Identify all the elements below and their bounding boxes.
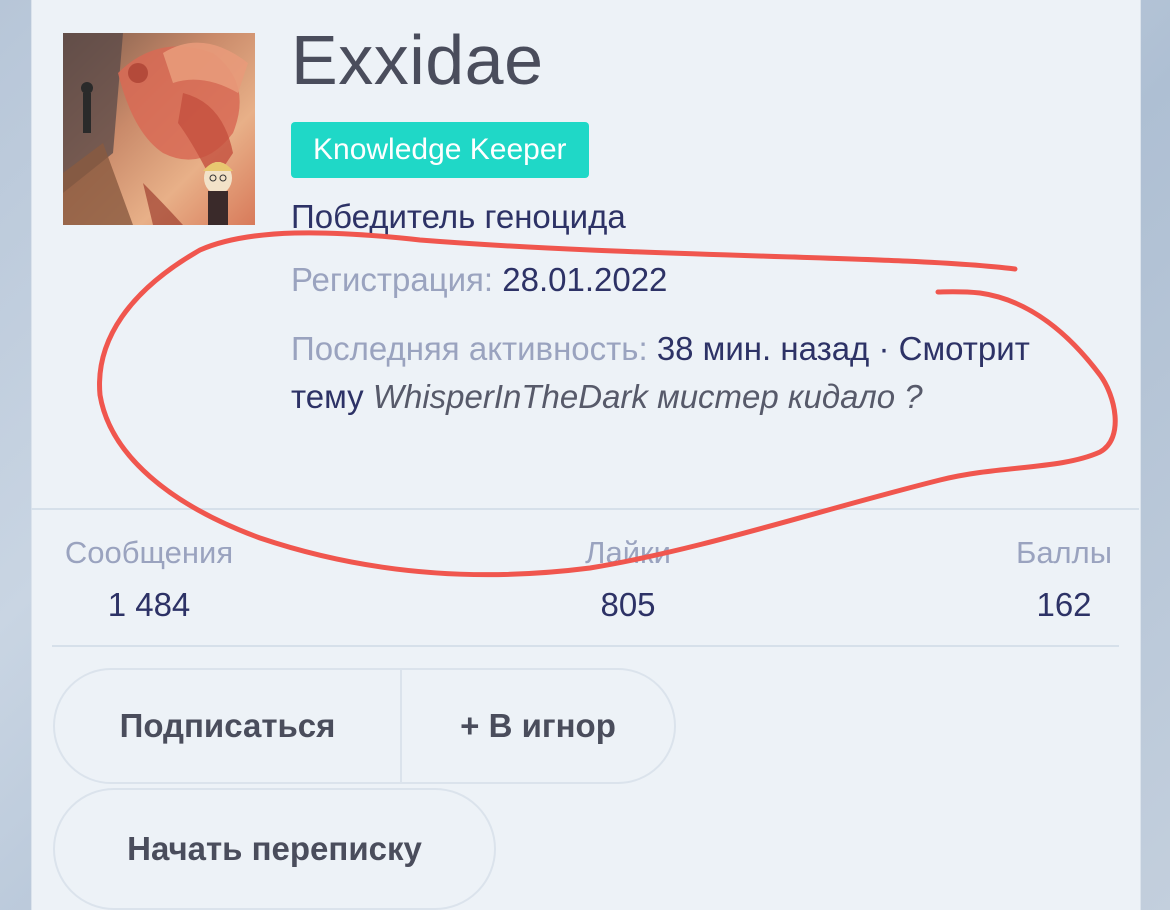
stats-bottom-divider [52,645,1119,647]
stat-likes[interactable]: Лайки 805 [528,534,728,625]
last-activity-row: Последняя активность: 38 мин. назад · См… [291,325,1051,421]
stat-value: 805 [600,586,656,624]
avatar-image [63,33,255,225]
ignore-button[interactable]: + В игнор [402,670,674,782]
registration-label: Регистрация: [291,261,494,298]
stat-value: 162 [1036,586,1092,624]
activity-topic-link[interactable]: WhisperInTheDark мистер кидало ? [373,378,923,415]
start-conversation-button[interactable]: Начать переписку [53,788,496,910]
registration-row: Регистрация: 28.01.2022 [291,260,667,300]
follow-button[interactable]: Подписаться [55,670,400,782]
stat-label: Баллы [1015,535,1113,570]
user-badge: Knowledge Keeper [291,122,589,178]
username: Exxidae [291,21,544,99]
activity-label: Последняя активность: [291,330,648,367]
stat-points[interactable]: Баллы 162 [990,534,1138,625]
stat-messages[interactable]: Сообщения 1 484 [50,534,248,625]
registration-date: 28.01.2022 [502,261,668,298]
stat-value: 1 484 [107,586,191,624]
stat-label: Лайки [585,535,671,570]
stat-label: Сообщения [64,535,234,570]
user-title: Победитель геноцида [291,198,626,235]
activity-time: 38 мин. назад · [656,330,890,367]
avatar[interactable] [63,33,255,225]
action-button-group: Подписаться + В игнор [53,668,676,784]
stats-top-divider [31,508,1139,510]
